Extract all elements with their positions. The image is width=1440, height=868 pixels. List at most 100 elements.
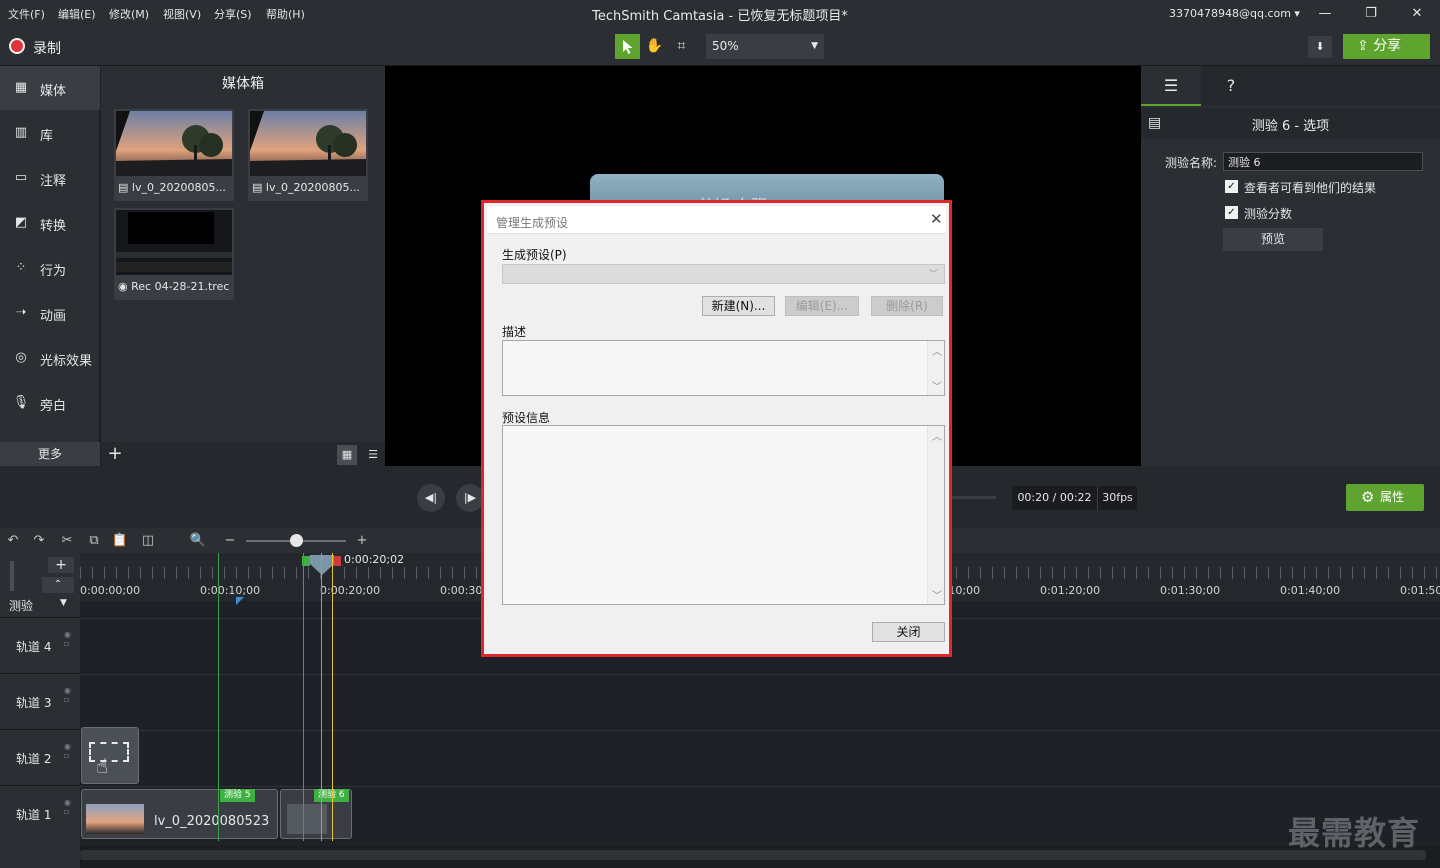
- more-button[interactable]: 更多: [0, 442, 100, 466]
- properties-button[interactable]: ⚙ 属性: [1346, 484, 1424, 511]
- track-row[interactable]: [80, 674, 1440, 730]
- media-item[interactable]: ◉ Rec 04-28-21.trec: [114, 208, 234, 300]
- media-thumbnail: [116, 111, 232, 176]
- quiz-track-header[interactable]: 测验 ▼: [0, 597, 80, 613]
- track-header[interactable]: 轨道 2 ◉ ▫: [0, 729, 80, 785]
- sidebar-item-library[interactable]: ▥ 库: [0, 111, 100, 155]
- menu-edit[interactable]: 编辑(E): [58, 6, 96, 22]
- sidebar-item-cursor-effects[interactable]: ◎ 光标效果: [0, 336, 100, 380]
- chevron-down-icon: ▼: [811, 41, 818, 51]
- microphone-icon: 🎙: [12, 395, 30, 410]
- split-icon[interactable]: ◫: [138, 531, 158, 551]
- scrollbar-thumb[interactable]: [80, 850, 1426, 860]
- close-dialog-button[interactable]: 关闭: [872, 622, 945, 642]
- copy-icon[interactable]: ⧉: [84, 531, 104, 551]
- restore-icon[interactable]: ❐: [1360, 4, 1382, 24]
- share-button[interactable]: ⇪ 分享: [1343, 34, 1430, 59]
- annotation-icon: ▭: [14, 170, 28, 185]
- record-label: 录制: [33, 41, 61, 57]
- add-track-icon[interactable]: +: [48, 557, 74, 573]
- track-height-slider[interactable]: [10, 561, 14, 591]
- chevron-down-icon: ▼: [60, 598, 67, 608]
- magnifier-icon[interactable]: 🔍: [188, 531, 208, 551]
- media-item[interactable]: ▤ lv_0_20200805...: [248, 109, 368, 201]
- zoom-out-icon[interactable]: −: [220, 531, 240, 551]
- play-icon[interactable]: |▶: [456, 484, 484, 512]
- quiz-name-label: 测验名称:: [1165, 156, 1218, 170]
- track-header[interactable]: 轨道 1 ◉ ▫: [0, 785, 80, 841]
- track-header[interactable]: 轨道 4 ◉ ▫: [0, 617, 80, 673]
- preset-select[interactable]: ﹀: [502, 264, 945, 284]
- sidebar-item-voice-narration[interactable]: 🎙 旁白: [0, 381, 100, 425]
- menu-share[interactable]: 分享(S): [214, 6, 252, 22]
- minimize-icon[interactable]: —: [1314, 4, 1336, 24]
- close-icon[interactable]: ✕: [1406, 4, 1428, 24]
- select-tool-icon[interactable]: [615, 34, 640, 59]
- scrollbar[interactable]: ︿ ﹀: [927, 341, 944, 395]
- animation-icon: ➝: [15, 305, 27, 320]
- eye-icon[interactable]: ◉ ▫: [64, 686, 71, 704]
- add-icon[interactable]: +: [105, 442, 125, 466]
- crop-tool-icon[interactable]: ⌗: [669, 34, 694, 59]
- cursor-clip[interactable]: ☝: [81, 727, 139, 784]
- chevron-up-icon[interactable]: ⌃: [42, 577, 74, 593]
- preset-info-textarea[interactable]: ︿ ﹀: [502, 425, 945, 605]
- scrollbar[interactable]: ︿ ﹀: [927, 426, 944, 604]
- menu-file[interactable]: 文件(F): [8, 6, 45, 22]
- edit-preset-button[interactable]: 编辑(E)...: [785, 296, 859, 316]
- delete-preset-button[interactable]: 删除(R): [871, 296, 943, 316]
- eye-icon[interactable]: ◉ ▫: [64, 630, 71, 648]
- checkmark-icon: ✓: [1225, 180, 1238, 193]
- close-icon[interactable]: ✕: [930, 210, 943, 228]
- undo-icon[interactable]: ↶: [3, 531, 23, 551]
- preset-label: 生成预设(P): [502, 248, 567, 262]
- quiz-marker-icon[interactable]: [236, 597, 244, 605]
- menu-view[interactable]: 视图(V): [163, 6, 201, 22]
- account-menu[interactable]: 3370478948@qq.com ▾: [1169, 7, 1300, 20]
- menu-help[interactable]: 帮助(H): [266, 6, 305, 22]
- manage-presets-dialog: 管理生成预设 ✕ 生成预设(P) ﹀ 新建(N)... 编辑(E)... 删除(…: [481, 200, 952, 657]
- sidebar-item-media[interactable]: ▦ 媒体: [0, 66, 100, 110]
- media-item[interactable]: ▤ lv_0_20200805...: [114, 109, 234, 201]
- eye-icon[interactable]: ◉ ▫: [64, 798, 71, 816]
- menu-modify[interactable]: 修改(M): [109, 6, 149, 22]
- sidebar-item-annotations[interactable]: ▭ 注释: [0, 156, 100, 200]
- selection-start-line: [303, 553, 304, 841]
- track-row[interactable]: [80, 730, 1440, 786]
- main-toolbar: 录制 ✋ ⌗ 50% ▼ ⬇ ⇪ 分享: [0, 28, 1440, 66]
- timeline-zoom-knob[interactable]: [290, 534, 303, 547]
- playback-scrubber[interactable]: [950, 496, 996, 499]
- description-textarea[interactable]: ︿ ﹀: [502, 340, 945, 396]
- timeline-scrollbar[interactable]: [80, 846, 1440, 868]
- step-back-icon[interactable]: ◀|: [417, 484, 445, 512]
- tick-label: 0:00:20;00: [320, 584, 381, 597]
- checkmark-icon: ✓: [1225, 206, 1238, 219]
- quiz-name-input[interactable]: [1223, 152, 1423, 171]
- pan-tool-icon[interactable]: ✋: [642, 34, 667, 59]
- paste-icon[interactable]: 📋: [110, 531, 130, 551]
- download-icon[interactable]: ⬇: [1308, 36, 1332, 58]
- watermark: 最需教育: [1288, 814, 1421, 852]
- help-tab-icon[interactable]: ?: [1201, 66, 1261, 106]
- grid-view-icon[interactable]: ▦: [337, 445, 357, 465]
- sidebar-item-behaviors[interactable]: ⁘ 行为: [0, 246, 100, 290]
- tick-label: 0:00:10;00: [200, 584, 261, 597]
- properties-tab-icon[interactable]: ☰: [1141, 66, 1201, 106]
- selection-end-line: [332, 553, 333, 841]
- properties-panel: ☰ ? ▤ 测验 6 - 选项 测验名称: ✓ 查看者可看到他们的结果 ✓ 测验…: [1141, 66, 1440, 466]
- preview-button[interactable]: 预览: [1223, 228, 1323, 251]
- zoom-select[interactable]: 50% ▼: [706, 34, 824, 59]
- properties-header: ▤ 测验 6 - 选项: [1141, 108, 1440, 138]
- quiz-5-marker[interactable]: 测验 5: [220, 789, 255, 802]
- eye-icon[interactable]: ◉ ▫: [64, 742, 71, 760]
- playhead-time: 0:00:20;02: [344, 553, 405, 566]
- track-header[interactable]: 轨道 3 ◉ ▫: [0, 673, 80, 729]
- redo-icon[interactable]: ↷: [29, 531, 49, 551]
- new-preset-button[interactable]: 新建(N)...: [702, 296, 775, 316]
- list-view-icon[interactable]: ☰: [363, 445, 383, 465]
- sidebar-item-animations[interactable]: ➝ 动画: [0, 291, 100, 335]
- sidebar-item-transitions[interactable]: ◩ 转换: [0, 201, 100, 245]
- cut-icon[interactable]: ✂: [57, 531, 77, 551]
- media-bin-title: 媒体箱: [222, 76, 264, 92]
- zoom-in-icon[interactable]: +: [352, 531, 372, 551]
